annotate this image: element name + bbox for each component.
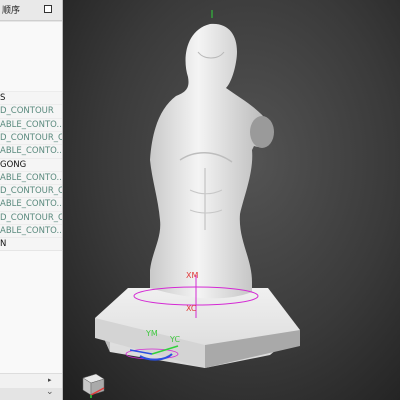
panel-footer: ⌄ [0, 387, 62, 400]
scroll-right-icon[interactable]: ▸ [48, 376, 52, 384]
operation-navigator-panel: 顺序 SD_CONTOURABLE_CONTO...D_CONTOUR_C...… [0, 0, 63, 400]
tree-row[interactable]: GONG [0, 157, 62, 172]
tree-row[interactable]: ABLE_CONTO... [0, 144, 62, 158]
tree-row[interactable]: ABLE_CONTO... [0, 197, 62, 211]
tree-row[interactable]: ABLE_CONTO... [0, 117, 62, 132]
label-xc: XC [186, 304, 197, 313]
view-triad-icon[interactable] [82, 373, 105, 398]
pedestal-base [95, 288, 300, 368]
maximize-icon[interactable] [44, 5, 52, 13]
tree-row[interactable]: ABLE_CONTO... [0, 224, 62, 238]
graphics-viewport[interactable]: XM XC YM YC [63, 0, 400, 400]
label-ym: YM [145, 329, 158, 338]
tree-row[interactable]: D_CONTOUR_C... [0, 184, 62, 198]
tree-row[interactable]: D_CONTOUR_C... [0, 130, 62, 145]
label-yc: YC [169, 335, 180, 344]
tree-row[interactable]: S [0, 91, 62, 105]
tree-row[interactable]: D_CONTOUR [0, 104, 62, 118]
panel-empty-grid-lower [0, 250, 62, 373]
tree-row[interactable]: D_CONTOUR_C... [0, 210, 62, 225]
tree-row[interactable]: ABLE_CONTO... [0, 170, 62, 185]
label-xm: XM [186, 271, 198, 280]
torso-model [150, 23, 274, 299]
panel-title: 顺序 [2, 6, 21, 16]
model-canvas: XM XC YM YC [82, 10, 300, 398]
panel-empty-grid [0, 21, 62, 92]
chevron-down-icon[interactable]: ⌄ [46, 387, 54, 397]
panel-header: 顺序 [0, 0, 62, 21]
arm-stump [250, 116, 274, 148]
horizontal-scrollbar[interactable] [0, 373, 62, 388]
